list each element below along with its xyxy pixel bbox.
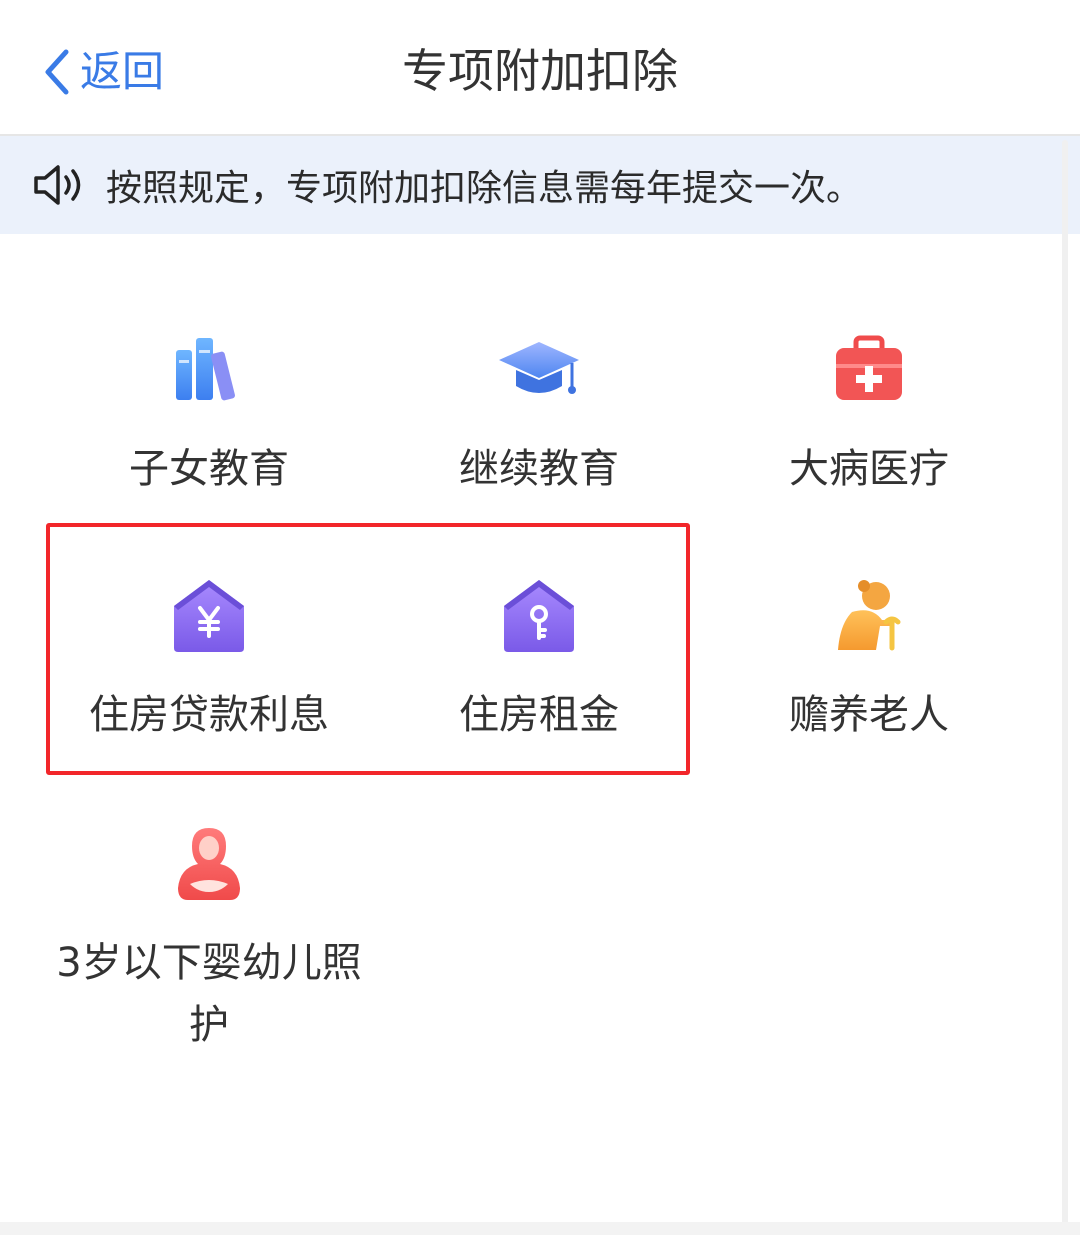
selection-highlight-box bbox=[46, 523, 690, 775]
scrollbar-track bbox=[1062, 140, 1068, 1235]
page: 返回 专项附加扣除 按照规定，专项附加扣除信息需每年提交一次。 子女教育 继续教… bbox=[0, 0, 1080, 1235]
item-elderly-support[interactable]: 赡养老人 bbox=[704, 576, 1034, 746]
item-infant-care[interactable]: 3岁以下婴幼儿照护 bbox=[44, 824, 374, 1056]
graduation-cap-icon bbox=[499, 342, 579, 394]
item-continuing-education[interactable]: 继续教育 bbox=[374, 330, 704, 500]
medical-kit-icon bbox=[836, 335, 902, 400]
page-title: 专项附加扣除 bbox=[402, 44, 678, 98]
mother-baby-icon bbox=[178, 828, 240, 900]
nav-bar: 返回 专项附加扣除 bbox=[0, 0, 1080, 136]
books-icon bbox=[176, 338, 235, 401]
item-label: 继续教育 bbox=[459, 446, 619, 492]
item-label: 3岁以下婴幼儿照护 bbox=[56, 940, 362, 1048]
notice-text: 按照规定，专项附加扣除信息需每年提交一次。 bbox=[106, 168, 863, 209]
elderly-person-icon bbox=[838, 580, 901, 651]
item-label: 子女教育 bbox=[129, 446, 289, 492]
speaker-icon bbox=[34, 165, 81, 205]
item-children-education[interactable]: 子女教育 bbox=[44, 330, 374, 500]
item-label: 赡养老人 bbox=[789, 692, 949, 738]
notice-bar: 按照规定，专项附加扣除信息需每年提交一次。 bbox=[0, 136, 1080, 234]
bottom-divider bbox=[0, 1222, 1080, 1235]
item-label: 大病医疗 bbox=[789, 446, 949, 492]
item-serious-illness[interactable]: 大病医疗 bbox=[704, 330, 1034, 500]
